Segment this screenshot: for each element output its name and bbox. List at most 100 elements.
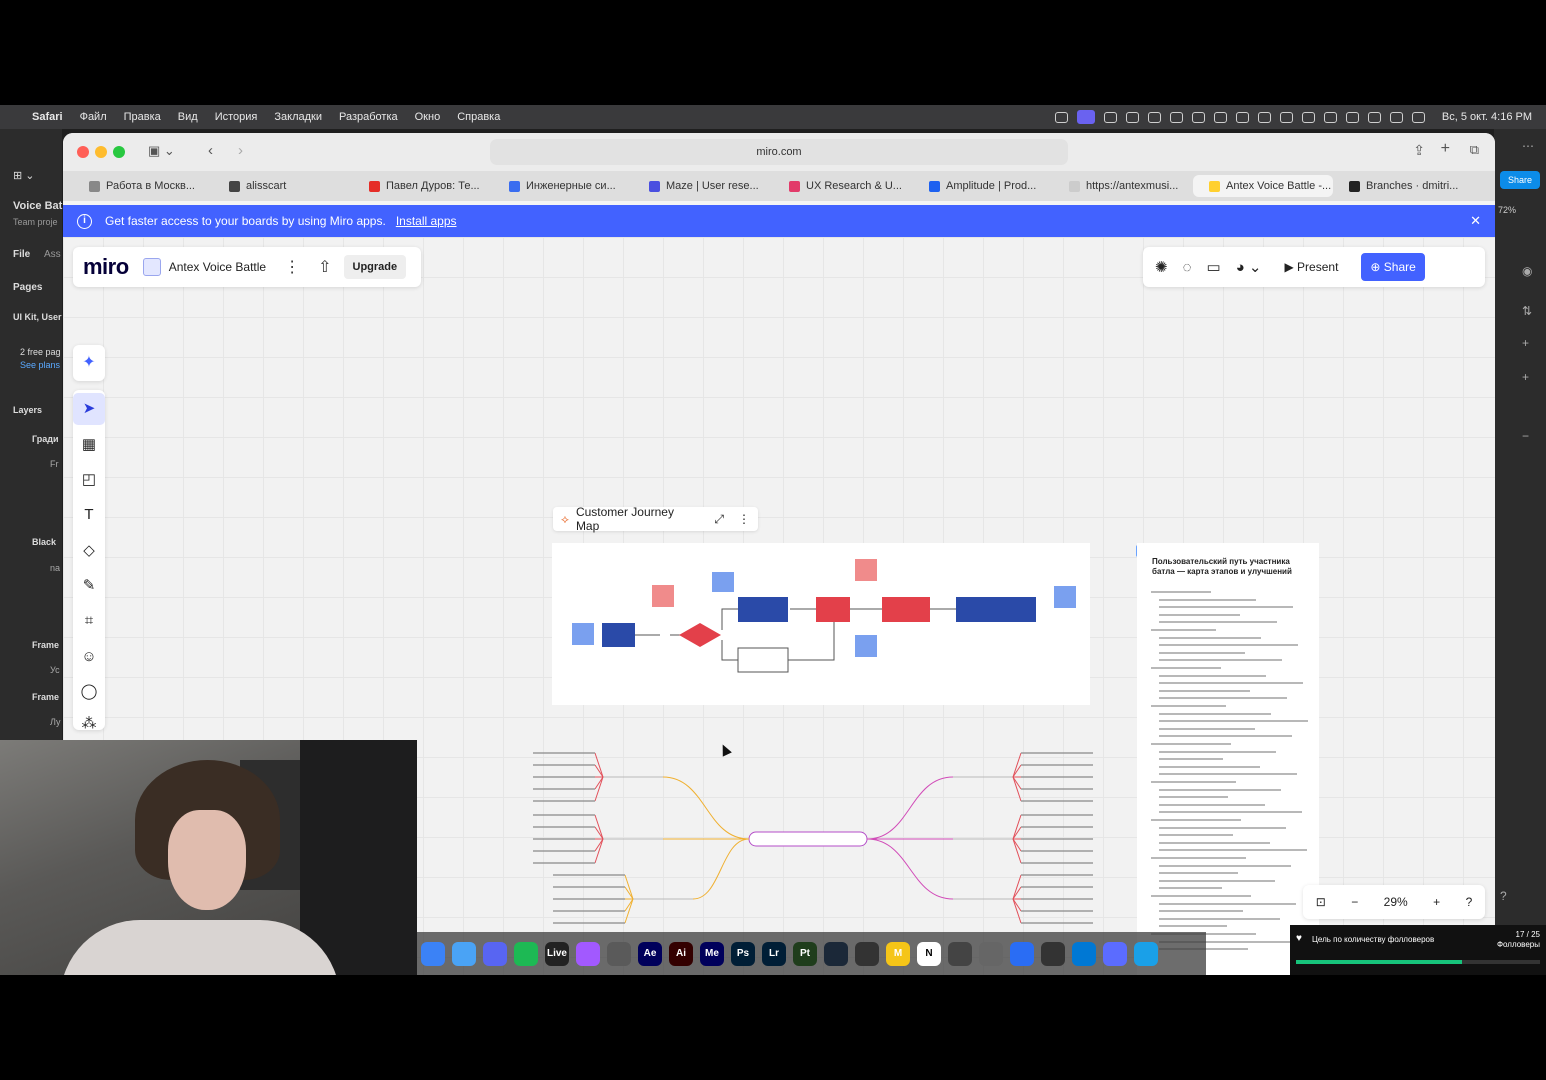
browser-tab[interactable]: Branches · dmitri...: [1333, 175, 1473, 197]
mind-map-root[interactable]: [748, 831, 868, 847]
close-icon[interactable]: ✕: [1470, 213, 1481, 229]
dock-app-icon[interactable]: Ps: [731, 941, 755, 966]
select-tool-icon[interactable]: ➤: [73, 393, 105, 425]
forward-icon[interactable]: ›: [238, 142, 243, 159]
process-box[interactable]: [738, 597, 788, 622]
add-icon[interactable]: +: [1522, 336, 1529, 350]
comment-tool-icon[interactable]: ◯: [73, 676, 105, 708]
figma-see-plans[interactable]: See plans: [20, 360, 60, 370]
figma-layer[interactable]: Fr: [50, 459, 59, 469]
menu-history[interactable]: История: [215, 111, 258, 123]
dock-app-icon[interactable]: [514, 941, 538, 966]
browser-tab-active[interactable]: Antex Voice Battle -...: [1193, 175, 1333, 197]
eye-icon[interactable]: ◉: [1522, 264, 1532, 278]
sticky-note[interactable]: [1054, 586, 1076, 608]
figma-layer[interactable]: Лу: [50, 717, 61, 727]
figma-share-button[interactable]: Share: [1500, 171, 1540, 189]
menu-help[interactable]: Справка: [457, 111, 500, 123]
notion-icon[interactable]: [1147, 111, 1161, 123]
dock-app-icon[interactable]: Lr: [762, 941, 786, 966]
headphones-icon[interactable]: [1235, 111, 1249, 123]
figma-layer[interactable]: Ус: [50, 665, 60, 675]
new-tab-icon[interactable]: +: [1441, 140, 1450, 158]
status-icon[interactable]: [1213, 111, 1227, 123]
board-name[interactable]: Antex Voice Battle: [169, 260, 266, 274]
sticky-note[interactable]: [652, 585, 674, 607]
avatar[interactable]: ◕ ⌄: [1236, 258, 1262, 276]
figma-layer[interactable]: Frame: [32, 640, 59, 650]
templates-tool-icon[interactable]: ▦: [73, 429, 105, 461]
menu-edit[interactable]: Правка: [124, 111, 161, 123]
frame-title[interactable]: Customer Journey Map: [576, 505, 700, 533]
process-box[interactable]: [602, 623, 635, 647]
figma-menu-icon[interactable]: ⊞ ⌄: [13, 169, 35, 182]
decision-diamond[interactable]: [679, 623, 721, 647]
screen-share-icon[interactable]: [1076, 110, 1095, 124]
process-box[interactable]: [882, 597, 930, 622]
dock-app-icon[interactable]: [421, 941, 445, 966]
status-icon[interactable]: [1125, 111, 1139, 123]
sticky-note[interactable]: [572, 623, 594, 645]
dock-app-icon[interactable]: [452, 941, 476, 966]
dock-app-icon[interactable]: [483, 941, 507, 966]
share-button[interactable]: ⊕ Share: [1361, 253, 1425, 281]
process-box[interactable]: [956, 597, 1036, 622]
dock-app-icon[interactable]: [607, 941, 631, 966]
frame-tool-icon[interactable]: ⌗: [73, 605, 105, 637]
help-icon[interactable]: ?: [1466, 895, 1473, 909]
zoom-out-icon[interactable]: −: [1351, 895, 1358, 909]
install-apps-link[interactable]: Install apps: [396, 214, 457, 228]
figma-assets-tab[interactable]: Ass: [44, 249, 61, 260]
close-window-button[interactable]: [77, 146, 89, 158]
miro-logo[interactable]: miro: [83, 254, 129, 280]
status-icon[interactable]: [1323, 111, 1337, 123]
help-icon[interactable]: ?: [1500, 889, 1507, 903]
figma-page-item[interactable]: UI Kit, User: [13, 312, 62, 322]
expand-icon[interactable]: ⤢: [714, 512, 724, 527]
dock-app-icon[interactable]: Ae: [638, 941, 662, 966]
adjust-icon[interactable]: ⇅: [1522, 304, 1532, 318]
browser-tab[interactable]: Работа в Москв...: [73, 175, 213, 197]
battery-icon[interactable]: [1345, 111, 1359, 123]
dock-app-icon[interactable]: [1103, 941, 1127, 966]
reactions-icon[interactable]: ✺: [1155, 258, 1168, 276]
status-icon[interactable]: [1169, 111, 1183, 123]
wifi-icon[interactable]: [1367, 111, 1381, 123]
add-icon[interactable]: +: [1522, 370, 1529, 384]
browser-tab[interactable]: https://antexmusi...: [1053, 175, 1193, 197]
status-icon[interactable]: [1257, 111, 1271, 123]
moon-icon[interactable]: [1301, 111, 1315, 123]
export-icon[interactable]: ⇧: [318, 257, 331, 277]
process-box[interactable]: [737, 647, 789, 673]
dock-app-icon[interactable]: [979, 941, 1003, 966]
apps-tool-icon[interactable]: ⁂: [73, 708, 105, 740]
fit-screen-icon[interactable]: ⊡: [1316, 895, 1326, 909]
sticky-note[interactable]: [855, 559, 877, 581]
status-icon[interactable]: [1279, 111, 1293, 123]
remove-icon[interactable]: −: [1522, 429, 1529, 443]
dock-app-icon[interactable]: Live: [545, 941, 569, 966]
figma-layer[interactable]: Black: [32, 537, 56, 547]
dock-app-icon[interactable]: [1010, 941, 1034, 966]
figma-layer[interactable]: Frame: [32, 692, 59, 702]
sticky-note[interactable]: [855, 635, 877, 657]
browser-tab[interactable]: Павел Дуров: Те...: [353, 175, 493, 197]
browser-tab[interactable]: alisscart: [213, 175, 353, 197]
menu-develop[interactable]: Разработка: [339, 111, 398, 123]
browser-tab[interactable]: UX Research & U...: [773, 175, 913, 197]
browser-tab[interactable]: Maze | User rese...: [633, 175, 773, 197]
dock-app-icon[interactable]: [855, 941, 879, 966]
zoom-level[interactable]: 29%: [1384, 895, 1408, 909]
dock-app-icon[interactable]: [1134, 941, 1158, 966]
upgrade-button[interactable]: Upgrade: [343, 255, 407, 279]
address-bar[interactable]: miro.com: [490, 139, 1068, 165]
menu-safari[interactable]: Safari: [32, 111, 63, 123]
sticky-note[interactable]: [712, 572, 734, 592]
share-page-icon[interactable]: ⇪: [1413, 142, 1425, 159]
more-icon[interactable]: ⋯: [1522, 139, 1534, 153]
control-center-icon[interactable]: [1411, 111, 1425, 123]
dock-app-icon[interactable]: N: [917, 941, 941, 966]
menubar-clock[interactable]: Вс, 5 окт. 4:16 PM: [1442, 111, 1532, 123]
status-icon[interactable]: [1191, 111, 1205, 123]
menu-view[interactable]: Вид: [178, 111, 198, 123]
